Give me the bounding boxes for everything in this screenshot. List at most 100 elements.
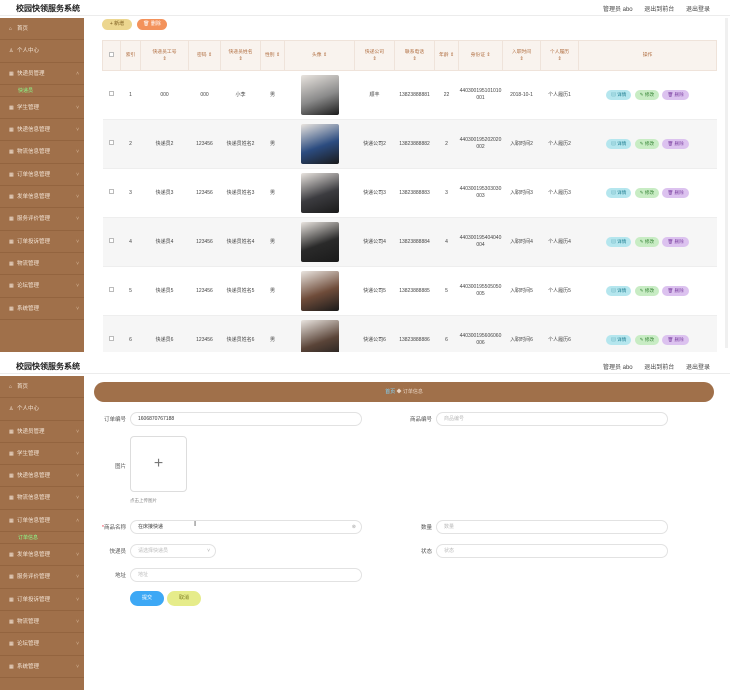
row-checkbox-cell[interactable] — [102, 119, 121, 169]
sidebar-item-courier-mgmt[interactable]: ▦ 快递员管理 ˅ — [0, 421, 84, 443]
sidebar-item-home[interactable]: ⌂ 首页 — [0, 18, 84, 41]
delete-button[interactable]: 🗑 删除 — [662, 286, 689, 296]
delete-button[interactable]: 🗑 删除 — [662, 237, 689, 247]
image-upload-box[interactable]: + — [130, 436, 187, 492]
sidebar-item-complaint-mgmt[interactable]: ▦ 订单投诉管理 ˅ — [0, 589, 84, 611]
sidebar-item-profile[interactable]: ♙ 个人中心 — [0, 398, 84, 421]
sidebar-item-order-mgmt[interactable]: ▦ 订单信息管理 ˅ — [0, 164, 84, 187]
batch-delete-button[interactable]: 🗑 删除 — [137, 19, 167, 30]
breadcrumb-home[interactable]: 首页 — [385, 389, 395, 395]
sidebar-item-profile[interactable]: ♙ 个人中心 — [0, 40, 84, 63]
clear-icon[interactable]: ⊗ — [352, 521, 356, 533]
delete-button[interactable]: 🗑 删除 — [662, 188, 689, 198]
sidebar-item-express-mgmt[interactable]: ▦ 快递信息管理 ˅ — [0, 119, 84, 142]
table-row[interactable]: 6 快递员6 123456 快递员姓名6 男 快递公司6 13823888886… — [102, 315, 717, 352]
header-checkbox[interactable] — [102, 40, 121, 71]
checkbox[interactable] — [109, 51, 114, 57]
checkbox[interactable] — [109, 189, 114, 194]
checkbox[interactable] — [109, 287, 114, 292]
sidebar-item-forum-mgmt[interactable]: ▦ 论坛管理 ˅ — [0, 275, 84, 298]
sidebar-item-shipping-mgmt[interactable]: ▦ 物流管理 ˅ — [0, 611, 84, 634]
row-checkbox-cell[interactable] — [102, 266, 121, 316]
detail-button[interactable]: ▤ 详情 — [606, 237, 632, 247]
delete-button[interactable]: 🗑 删除 — [662, 90, 689, 100]
header-avatar[interactable]: 头像 ⇕ — [284, 40, 355, 71]
goto-front-link[interactable]: 退出到前台 — [644, 7, 674, 13]
avatar — [300, 271, 339, 311]
table-row[interactable]: 2 快递员2 123456 快递员姓名2 男 快递公司2 13823888882… — [102, 119, 717, 169]
header-age[interactable]: 年龄 ⇕ — [434, 40, 459, 71]
header-phone[interactable]: 联系电话 ⇕ — [394, 40, 435, 71]
header-password[interactable]: 密码 ⇕ — [188, 40, 221, 71]
vertical-scrollbar[interactable] — [725, 18, 728, 348]
header-id-card[interactable]: 身份证 ⇕ — [458, 40, 503, 71]
detail-button[interactable]: ▤ 详情 — [606, 188, 632, 198]
sidebar-item-system-mgmt[interactable]: ▦ 系统管理 ˅ — [0, 656, 84, 678]
sidebar-item-courier-mgmt[interactable]: ▦ 快递员管理 ˄ — [0, 63, 84, 85]
qty-input[interactable]: 数量 — [436, 520, 668, 534]
row-checkbox-cell[interactable] — [102, 70, 121, 120]
checkbox[interactable] — [109, 336, 114, 341]
detail-button[interactable]: ▤ 详情 — [606, 286, 632, 296]
detail-button[interactable]: ▤ 详情 — [606, 139, 632, 149]
goods-no-input[interactable]: 商品编号 — [436, 412, 668, 426]
order-no-input[interactable]: 1606870767188 — [130, 412, 362, 426]
table-header-row: 索引 快递员工号 ⇕ 密码 ⇕ 快递员姓名 ⇕ 性别 ⇕ 头像 ⇕ 快递公司 ⇕ 联系… — [102, 40, 717, 71]
status-input[interactable]: 状态 — [436, 544, 668, 558]
edit-button[interactable]: ✎ 修改 — [634, 188, 660, 198]
detail-button[interactable]: ▤ 详情 — [606, 90, 632, 100]
edit-button[interactable]: ✎ 修改 — [634, 335, 660, 345]
cancel-button[interactable]: 取消 — [167, 591, 201, 606]
sidebar-subitem-order[interactable]: 订单信息 — [0, 532, 84, 545]
sidebar-item-student-mgmt[interactable]: ▦ 学生管理 ˅ — [0, 97, 84, 120]
sidebar-item-system-mgmt[interactable]: ▦ 系统管理 ˅ — [0, 298, 84, 320]
table-row[interactable]: 5 快递员5 123456 快递员姓名5 男 快递公司5 13823888885… — [102, 266, 717, 316]
edit-button[interactable]: ✎ 修改 — [634, 237, 660, 247]
sidebar-item-forum-mgmt[interactable]: ▦ 论坛管理 ˅ — [0, 633, 84, 656]
address-input[interactable]: 地址 — [130, 568, 362, 582]
checkbox[interactable] — [109, 238, 114, 243]
edit-button[interactable]: ✎ 修改 — [634, 90, 660, 100]
sidebar-item-dispatch-mgmt[interactable]: ▦ 发单信息管理 ˅ — [0, 186, 84, 209]
header-courier-no[interactable]: 快递员工号 ⇕ — [140, 40, 189, 71]
goods-name-input[interactable]: 在床接快递 ⊗ — [130, 520, 362, 534]
delete-button[interactable]: 🗑 删除 — [662, 335, 689, 345]
sidebar-item-logistics-mgmt[interactable]: ▦ 物流信息管理 ˅ — [0, 487, 84, 510]
header-resume[interactable]: 个人履历 ⇕ — [540, 40, 579, 71]
header-courier-name[interactable]: 快递员姓名 ⇕ — [220, 40, 261, 71]
sidebar-item-dispatch-mgmt[interactable]: ▦ 发单信息管理 ˅ — [0, 544, 84, 567]
checkbox[interactable] — [109, 91, 114, 96]
sidebar-item-order-mgmt[interactable]: ▦ 订单信息管理 ˄ — [0, 510, 84, 533]
header-sex[interactable]: 性别 ⇕ — [260, 40, 285, 71]
sidebar-item-review-mgmt[interactable]: ▦ 服务评价管理 ˅ — [0, 208, 84, 231]
table-row[interactable]: 1 000 000 小李 男 顺丰 13823888881 22 4403001… — [102, 70, 717, 120]
courier-select[interactable]: 请选择快递员 ˅ — [130, 544, 216, 558]
row-checkbox-cell[interactable] — [102, 315, 121, 352]
sidebar-item-home[interactable]: ⌂ 首页 — [0, 376, 84, 399]
table-row[interactable]: 3 快递员3 123456 快递员姓名3 男 快递公司3 13823888883… — [102, 168, 717, 218]
detail-button[interactable]: ▤ 详情 — [606, 335, 632, 345]
sidebar-item-logistics-mgmt[interactable]: ▦ 物流信息管理 ˅ — [0, 141, 84, 164]
sidebar-item-complaint-mgmt[interactable]: ▦ 订单投诉管理 ˅ — [0, 231, 84, 253]
logout-link[interactable]: 退出登录 — [686, 7, 710, 13]
cell-id-card: 440300195505050005 — [458, 266, 503, 316]
edit-button[interactable]: ✎ 修改 — [634, 139, 660, 149]
sidebar-item-student-mgmt[interactable]: ▦ 学生管理 ˅ — [0, 443, 84, 466]
sidebar-item-shipping-mgmt[interactable]: ▦ 物流管理 ˅ — [0, 253, 84, 276]
sidebar-subitem-courier[interactable]: 快递员 — [0, 84, 84, 97]
sidebar-item-review-mgmt[interactable]: ▦ 服务评价管理 ˅ — [0, 566, 84, 589]
row-checkbox-cell[interactable] — [102, 217, 121, 267]
cell-courier-name: 快递员姓名6 — [220, 315, 261, 352]
delete-button[interactable]: 🗑 删除 — [662, 139, 689, 149]
row-checkbox-cell[interactable] — [102, 168, 121, 218]
header-hire-date[interactable]: 入职时间 ⇕ — [502, 40, 541, 71]
logout-link[interactable]: 退出登录 — [686, 365, 710, 371]
goto-front-link[interactable]: 退出到前台 — [644, 365, 674, 371]
table-row[interactable]: 4 快递员4 123456 快递员姓名4 男 快递公司4 13823888884… — [102, 217, 717, 267]
header-company[interactable]: 快递公司 ⇕ — [354, 40, 395, 71]
edit-button[interactable]: ✎ 修改 — [634, 286, 660, 296]
sidebar-item-express-mgmt[interactable]: ▦ 快递信息管理 ˅ — [0, 465, 84, 488]
checkbox[interactable] — [109, 140, 114, 145]
add-button[interactable]: + 新增 — [102, 19, 132, 30]
submit-button[interactable]: 提交 — [130, 591, 164, 606]
